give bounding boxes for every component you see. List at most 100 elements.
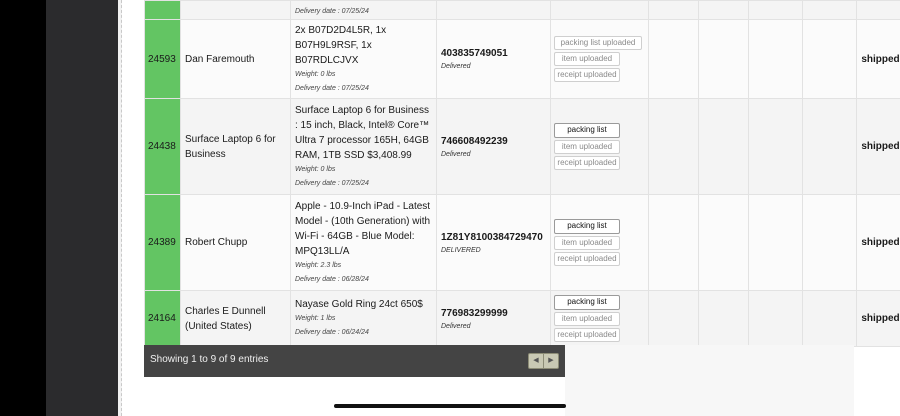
table-row: Delivery date : 07/25/24 xyxy=(144,0,900,20)
status-cell xyxy=(856,0,900,20)
order-id-cell xyxy=(144,0,181,20)
empty-cell xyxy=(748,194,803,291)
empty-cell xyxy=(748,0,803,20)
tracking-cell: 1Z81Y8100384729470 DELIVERED xyxy=(436,194,551,291)
item-uploaded-button[interactable]: item uploaded xyxy=(554,140,620,154)
empty-cell xyxy=(698,0,749,20)
tracking-status: DELIVERED xyxy=(441,246,481,254)
status-badge: shipped xyxy=(856,19,900,99)
screen-left-edge xyxy=(0,0,46,416)
tracking-cell: 776983299999 Delivered xyxy=(436,290,551,347)
orders-panel: Delivery date : 07/25/24 24593 Dan Farem… xyxy=(122,0,900,416)
entries-info: Showing 1 to 9 of 9 entries xyxy=(150,354,269,365)
receipt-uploaded-button[interactable]: receipt uploaded xyxy=(554,328,620,342)
receipt-uploaded-button[interactable]: receipt uploaded xyxy=(554,252,620,266)
customer-name: Charles E Dunnell (United States) xyxy=(180,290,291,347)
home-indicator[interactable] xyxy=(334,404,566,408)
order-id[interactable]: 24593 xyxy=(144,19,181,99)
tracking-status: Delivered xyxy=(441,322,471,330)
empty-cell xyxy=(698,290,749,347)
description-cell: Surface Laptop 6 for Business : 15 inch,… xyxy=(290,98,437,195)
empty-cell xyxy=(648,290,699,347)
delivery-date: Delivery date : 06/24/24 xyxy=(295,329,369,336)
delivery-date: Delivery date : 07/25/24 xyxy=(295,8,369,15)
item-weight: Weight: 1 lbs xyxy=(295,315,336,322)
packing-list-uploaded-button[interactable]: packing list uploaded xyxy=(554,36,642,50)
empty-cell xyxy=(748,19,803,99)
orders-table: Delivery date : 07/25/24 24593 Dan Farem… xyxy=(144,0,900,347)
empty-cell xyxy=(748,290,803,347)
table-footer: Showing 1 to 9 of 9 entries ◀ ▶ xyxy=(144,345,565,377)
empty-cell xyxy=(802,194,857,291)
tracking-cell: 746608492239 Delivered xyxy=(436,98,551,195)
delivery-date: Delivery date : 06/28/24 xyxy=(295,275,369,283)
receipt-uploaded-button[interactable]: receipt uploaded xyxy=(554,156,620,170)
description-cell: Delivery date : 07/25/24 xyxy=(290,0,437,20)
table-row[interactable]: 24164 Charles E Dunnell (United States) … xyxy=(144,290,900,347)
item-description: Nayase Gold Ring 24ct 650$ xyxy=(295,299,423,310)
sidebar-background xyxy=(46,0,118,416)
item-uploaded-button[interactable]: item uploaded xyxy=(554,312,620,326)
pagination: ◀ ▶ xyxy=(528,353,559,369)
table-row[interactable]: 24389 Robert Chupp Apple - 10.9-Inch iPa… xyxy=(144,194,900,291)
documents-cell: packing list item uploaded receipt uploa… xyxy=(550,98,649,195)
status-badge: shipped xyxy=(856,194,900,291)
item-weight: Weight: 2.3 lbs xyxy=(295,261,342,269)
receipt-uploaded-button[interactable]: receipt uploaded xyxy=(554,68,620,82)
tracking-number[interactable]: 746608492239 xyxy=(441,136,546,147)
empty-cell xyxy=(698,98,749,195)
empty-cell xyxy=(802,0,857,20)
empty-cell xyxy=(802,98,857,195)
chevron-left-icon[interactable]: ◀ xyxy=(529,354,544,368)
tracking-status: Delivered xyxy=(441,63,471,70)
empty-cell xyxy=(648,98,699,195)
empty-cell xyxy=(648,19,699,99)
empty-cell xyxy=(802,290,857,347)
documents-cell xyxy=(550,0,649,20)
empty-cell xyxy=(802,19,857,99)
item-weight: Weight: 0 lbs xyxy=(295,70,336,78)
description-cell: Nayase Gold Ring 24ct 650$ Weight: 1 lbs… xyxy=(290,290,437,347)
status-badge: shipped xyxy=(856,98,900,195)
status-badge: shipped xyxy=(856,290,900,347)
empty-cell xyxy=(648,194,699,291)
documents-cell: packing list uploaded item uploaded rece… xyxy=(550,19,649,99)
screen: Delivery date : 07/25/24 24593 Dan Farem… xyxy=(0,0,900,416)
description-cell: Apple - 10.9-Inch iPad - Latest Model - … xyxy=(290,194,437,291)
table-row[interactable]: 24593 Dan Faremouth 2x B07D2D4L5R, 1x B0… xyxy=(144,19,900,99)
chevron-right-icon[interactable]: ▶ xyxy=(544,354,558,368)
tracking-number[interactable]: 1Z81Y8100384729470 xyxy=(441,232,546,243)
table-row[interactable]: 24438 Surface Laptop 6 for Business Surf… xyxy=(144,98,900,195)
empty-cell xyxy=(698,19,749,99)
description-cell: 2x B07D2D4L5R, 1x B07H9L9RSF, 1x B07RDLC… xyxy=(290,19,437,99)
item-description: Surface Laptop 6 for Business : 15 inch,… xyxy=(295,104,430,161)
packing-list-button[interactable]: packing list xyxy=(554,123,620,138)
item-uploaded-button[interactable]: item uploaded xyxy=(554,236,620,250)
documents-cell: packing list item uploaded receipt uploa… xyxy=(550,290,649,347)
customer-cell xyxy=(180,0,291,20)
order-id[interactable]: 24389 xyxy=(144,194,181,291)
tracking-cell xyxy=(436,0,551,20)
item-description: 2x B07D2D4L5R, 1x B07H9L9RSF, 1x B07RDLC… xyxy=(295,24,387,66)
item-description: Apple - 10.9-Inch iPad - Latest Model - … xyxy=(295,200,431,257)
packing-list-button[interactable]: packing list xyxy=(554,219,620,234)
delivery-date: Delivery date : 07/25/24 xyxy=(295,179,369,187)
tracking-number[interactable]: 776983299999 xyxy=(441,308,546,319)
item-weight: Weight: 0 lbs xyxy=(295,165,336,173)
footer-fill xyxy=(565,345,854,416)
item-uploaded-button[interactable]: item uploaded xyxy=(554,52,620,66)
tracking-status: Delivered xyxy=(441,150,471,158)
customer-name: Surface Laptop 6 for Business xyxy=(180,98,291,195)
delivery-date: Delivery date : 07/25/24 xyxy=(295,84,369,92)
order-id[interactable]: 24438 xyxy=(144,98,181,195)
empty-cell xyxy=(748,98,803,195)
customer-name: Robert Chupp xyxy=(180,194,291,291)
tracking-cell: 403835749051 Delivered xyxy=(436,19,551,99)
empty-cell xyxy=(698,194,749,291)
order-id[interactable]: 24164 xyxy=(144,290,181,347)
tracking-number[interactable]: 403835749051 xyxy=(441,48,546,59)
documents-cell: packing list item uploaded receipt uploa… xyxy=(550,194,649,291)
customer-name: Dan Faremouth xyxy=(180,19,291,99)
empty-cell xyxy=(648,0,699,20)
packing-list-button[interactable]: packing list xyxy=(554,295,620,310)
